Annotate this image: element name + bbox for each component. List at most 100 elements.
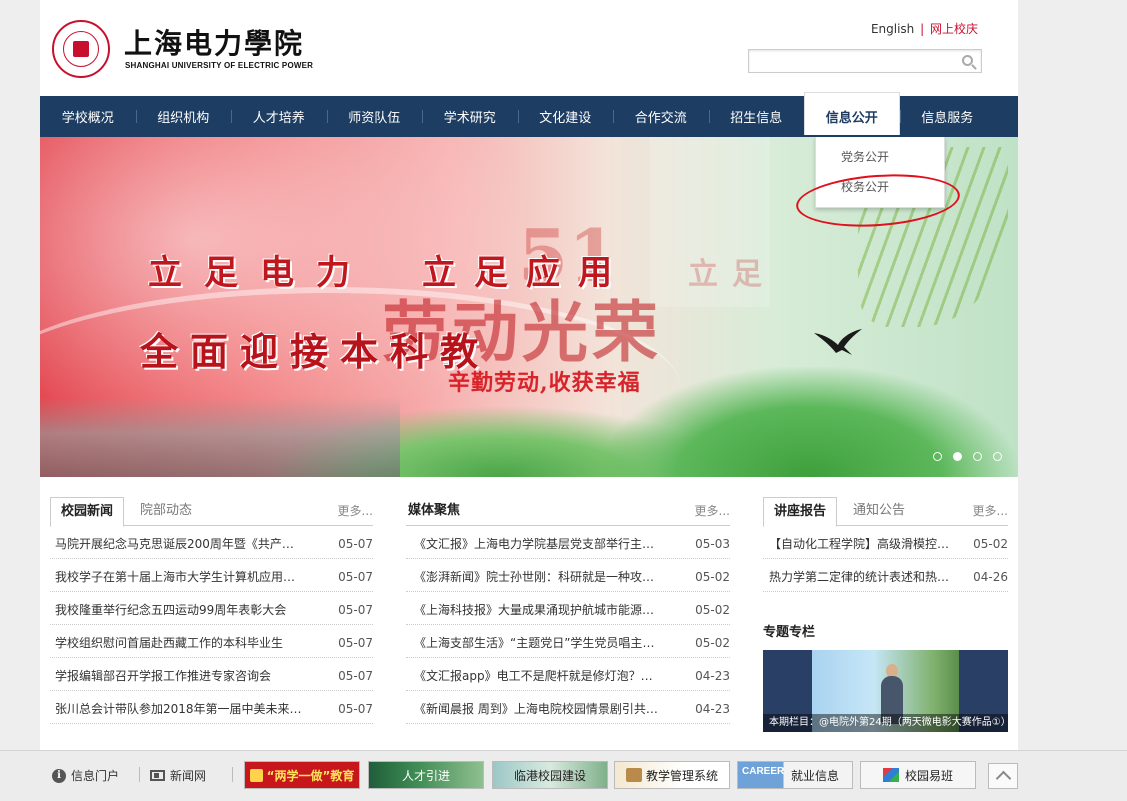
tab-lectures[interactable]: 讲座报告 xyxy=(763,497,838,527)
list-item-title[interactable]: 学校组织慰问首届赴西藏工作的本科毕业生 xyxy=(50,625,305,661)
list-item-date: 04-23 xyxy=(695,669,730,683)
list-item-date: 05-07 xyxy=(338,669,373,683)
header: 上海电力學院 SHANGHAI UNIVERSITY OF ELECTRIC P… xyxy=(40,0,1018,96)
list-item-title[interactable]: 【自动化工程学院】高级滑模控制... xyxy=(763,526,958,562)
list-item[interactable]: 学校组织慰问首届赴西藏工作的本科毕业生 05-07 xyxy=(50,625,373,658)
employment-info-button[interactable]: CAREER 就业信息 xyxy=(737,761,853,789)
search-icon[interactable] xyxy=(962,55,973,66)
list-item[interactable]: 【自动化工程学院】高级滑模控制... 05-02 xyxy=(763,526,1008,559)
portal-link-label: 信息门户 xyxy=(71,769,120,783)
media-more-link[interactable]: 更多... xyxy=(695,497,730,525)
talent-recruitment-button[interactable]: 人才引进 xyxy=(368,761,484,789)
list-item-title[interactable]: 张川总会计带队参加2018年第一届中美未来工程... xyxy=(50,691,305,727)
banner-slogan-1b: 立足应用 xyxy=(422,253,630,293)
list-item[interactable]: 《上海科技报》大量成果涌现护航城市能源供应 05-02 xyxy=(406,592,730,625)
list-item[interactable]: 张川总会计带队参加2018年第一届中美未来工程... 05-07 xyxy=(50,691,373,724)
carousel-dot-3[interactable] xyxy=(973,452,982,461)
carousel-dot-4[interactable] xyxy=(993,452,1002,461)
list-item[interactable]: 《上海支部生活》“主题党日”学生党员唱主角... 05-02 xyxy=(406,625,730,658)
back-to-top-chevron-up-icon[interactable] xyxy=(988,763,1018,789)
school-seal-logo[interactable] xyxy=(52,20,110,78)
nav-item-information-disclosure[interactable]: 信息公开 xyxy=(804,92,900,135)
banner-slogan-1: 立足电力 xyxy=(148,253,372,293)
bottom-divider xyxy=(232,767,233,782)
lingang-campus-button[interactable]: 临港校园建设 xyxy=(492,761,608,789)
nav-item-talent-training[interactable]: 人才培养 xyxy=(231,96,327,137)
list-item-title[interactable]: 《文汇报app》电工不是爬杆就是修灯泡？你对... xyxy=(406,658,661,694)
list-item[interactable]: 我校学子在第十届上海市大学生计算机应用能力大赛... 05-07 xyxy=(50,559,373,592)
list-item-title[interactable]: 《上海支部生活》“主题党日”学生党员唱主角... xyxy=(406,625,661,661)
portal-link[interactable]: i 信息门户 xyxy=(52,767,119,784)
button-label: 人才引进 xyxy=(401,768,450,783)
campus-yiban-button[interactable]: 校园易班 xyxy=(860,761,976,789)
info-icon: i xyxy=(52,768,66,783)
lectures-more-link[interactable]: 更多... xyxy=(973,497,1008,525)
list-item-title[interactable]: 我校隆重举行纪念五四运动99周年表彰大会 xyxy=(50,592,305,628)
tab-notices[interactable]: 通知公告 xyxy=(843,497,915,527)
nav-item-faculty[interactable]: 师资队伍 xyxy=(326,96,423,137)
list-item[interactable]: 我校隆重举行纪念五四运动99周年表彰大会 05-07 xyxy=(50,592,373,625)
list-item-date: 05-03 xyxy=(695,537,730,551)
nav-item-cooperation[interactable]: 合作交流 xyxy=(613,96,709,137)
nav-item-school-overview[interactable]: 学校概况 xyxy=(40,96,136,137)
list-item-title[interactable]: 学报编辑部召开学报工作推进专家咨询会 xyxy=(50,658,305,694)
tools-icon xyxy=(625,768,642,782)
list-item[interactable]: 《澎湃新闻》院士孙世刚：科研就是一种攻坚，... 05-02 xyxy=(406,559,730,592)
campus-buildings-image xyxy=(40,397,400,477)
lectures-panel: 讲座报告 通知公告 更多... 【自动化工程学院】高级滑模控制... 05-02 … xyxy=(763,497,1008,732)
list-item-date: 05-02 xyxy=(973,537,1008,551)
list-item-date: 05-07 xyxy=(338,702,373,716)
list-item-title[interactable]: 《澎湃新闻》院士孙世刚：科研就是一种攻坚，... xyxy=(406,559,661,595)
english-link[interactable]: English xyxy=(871,22,914,36)
media-focus-panel: 媒体聚焦 更多... 《文汇报》上海电力学院基层党支部举行主题党日... 05-0… xyxy=(406,497,730,724)
bottom-divider xyxy=(139,767,140,782)
carousel-dot-1[interactable] xyxy=(933,452,942,461)
list-item-title[interactable]: 我校学子在第十届上海市大学生计算机应用能力大赛... xyxy=(50,559,305,595)
logo-chinese-name[interactable]: 上海电力學院 xyxy=(124,22,304,62)
media-header: 媒体聚焦 更多... xyxy=(406,497,730,526)
list-item-date: 05-02 xyxy=(695,603,730,617)
button-label: 教学管理系统 xyxy=(645,768,718,783)
online-anniversary-link[interactable]: 网上校庆 xyxy=(930,22,978,36)
tab-department-news[interactable]: 院部动态 xyxy=(130,497,202,527)
career-badge: CAREER xyxy=(742,766,785,777)
news-list: 马院开展纪念马克思诞辰200周年暨《共产党宣言》... 05-07 我校学子在第十… xyxy=(50,526,373,724)
lectures-tab-header: 讲座报告 通知公告 更多... xyxy=(763,497,1008,527)
dropdown-item-school-affairs[interactable]: 校务公开 xyxy=(816,172,944,202)
list-item-date: 05-07 xyxy=(338,636,373,650)
button-label: 校园易班 xyxy=(904,768,953,783)
nav-item-information-services[interactable]: 信息服务 xyxy=(899,96,996,137)
search-box xyxy=(748,49,982,73)
list-item-title[interactable]: 《文汇报》上海电力学院基层党支部举行主题党日... xyxy=(406,526,661,562)
list-item-title[interactable]: 热力学第二定律的统计表述和热力... xyxy=(763,559,958,595)
nav-item-organization[interactable]: 组织机构 xyxy=(135,96,232,137)
news-more-link[interactable]: 更多... xyxy=(338,497,373,525)
list-item[interactable]: 马院开展纪念马克思诞辰200周年暨《共产党宣言》... 05-07 xyxy=(50,526,373,559)
media-list: 《文汇报》上海电力学院基层党支部举行主题党日... 05-03 《澎湃新闻》院士孙… xyxy=(406,526,730,724)
dropdown-item-party-affairs[interactable]: 党务公开 xyxy=(816,142,944,172)
teaching-management-button[interactable]: 教学管理系统 xyxy=(614,761,730,789)
two-studies-education-button[interactable]: “两学一做”教育 xyxy=(244,761,360,789)
tab-campus-news[interactable]: 校园新闻 xyxy=(50,497,125,527)
list-item-date: 05-02 xyxy=(695,636,730,650)
special-column-caption[interactable]: 本期栏目：@电院外第24期（两天微电影大赛作品①） xyxy=(763,714,1008,732)
campus-news-panel: 校园新闻 院部动态 更多... 马院开展纪念马克思诞辰200周年暨《共产党宣言》… xyxy=(50,497,373,724)
list-item[interactable]: 热力学第二定律的统计表述和热力... 04-26 xyxy=(763,559,1008,592)
list-item[interactable]: 《文汇报》上海电力学院基层党支部举行主题党日... 05-03 xyxy=(406,526,730,559)
nav-item-research[interactable]: 学术研究 xyxy=(422,96,518,137)
banner-sub-slogan: 辛勤劳动,收获幸福 xyxy=(448,370,641,396)
list-item-title[interactable]: 《上海科技报》大量成果涌现护航城市能源供应 xyxy=(406,592,661,628)
list-item[interactable]: 学报编辑部召开学报工作推进专家咨询会 05-07 xyxy=(50,658,373,691)
list-item-title[interactable]: 马院开展纪念马克思诞辰200周年暨《共产党宣言》... xyxy=(50,526,305,562)
news-site-link[interactable]: 新闻网 xyxy=(150,767,206,784)
list-item-date: 04-26 xyxy=(973,570,1008,584)
nav-item-culture[interactable]: 文化建设 xyxy=(517,96,614,137)
carousel-dot-2[interactable] xyxy=(953,452,962,461)
list-item[interactable]: 《新闻晨报 周到》上海电院校园情景剧引共鸣... 04-23 xyxy=(406,691,730,724)
search-input[interactable] xyxy=(749,50,949,72)
banner-slogan-1c: 立足 xyxy=(688,257,776,292)
special-column-image[interactable]: 本期栏目：@电院外第24期（两天微电影大赛作品①） xyxy=(763,650,1008,732)
nav-item-admissions[interactable]: 招生信息 xyxy=(708,96,805,137)
list-item-title[interactable]: 《新闻晨报 周到》上海电院校园情景剧引共鸣... xyxy=(406,691,661,727)
list-item[interactable]: 《文汇报app》电工不是爬杆就是修灯泡？你对... 04-23 xyxy=(406,658,730,691)
